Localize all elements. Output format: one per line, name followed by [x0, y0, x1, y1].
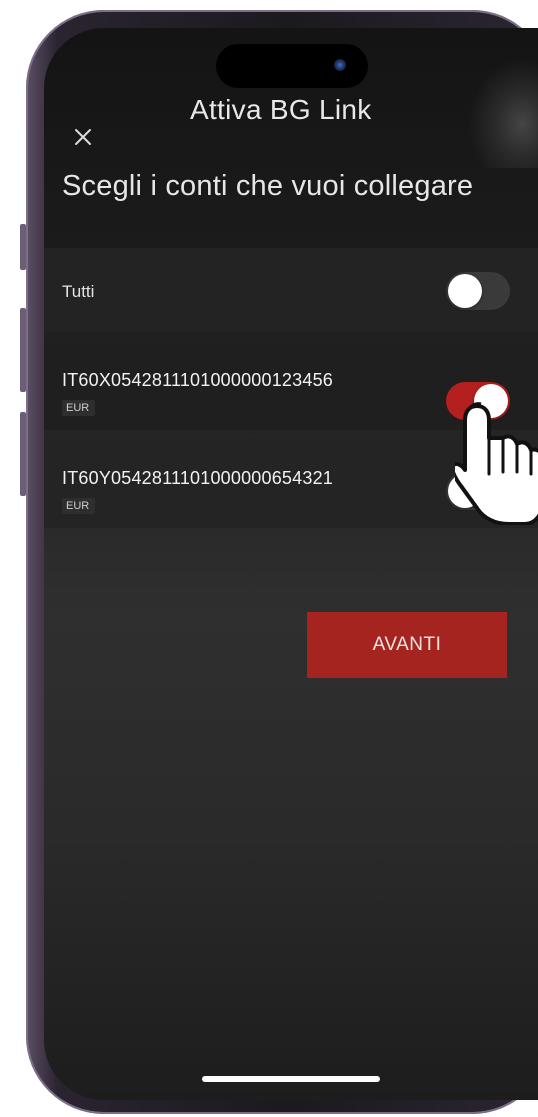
account-currency-badge: EUR [62, 498, 96, 514]
header-decoration [468, 58, 538, 168]
camera-icon [334, 59, 346, 71]
close-icon [75, 129, 91, 145]
home-indicator[interactable] [202, 1076, 380, 1082]
toggle-knob [448, 274, 482, 308]
account-currency-badge: EUR [62, 400, 96, 416]
side-button-action [20, 224, 26, 270]
side-button-volume-down [20, 412, 26, 496]
avanti-button[interactable]: AVANTI [307, 612, 507, 678]
stage: Attiva BG Link Scegli i conti che vuoi c… [0, 0, 538, 1117]
hand-pointer-icon [455, 402, 538, 525]
dynamic-island [216, 44, 368, 88]
close-button[interactable] [70, 124, 96, 150]
select-all-label: Tutti [62, 282, 95, 301]
page-title: Attiva BG Link [190, 94, 372, 125]
account-iban: IT60Y0542811101000000654321 [62, 468, 333, 488]
select-all-toggle[interactable] [446, 272, 510, 310]
app-screen: Attiva BG Link Scegli i conti che vuoi c… [44, 28, 538, 1100]
account-iban: IT60X0542811101000000123456 [62, 370, 333, 390]
select-all-row: Tutti [44, 248, 538, 332]
side-button-volume-up [20, 308, 26, 392]
page-subtitle: Scegli i conti che vuoi collegare [62, 170, 474, 202]
